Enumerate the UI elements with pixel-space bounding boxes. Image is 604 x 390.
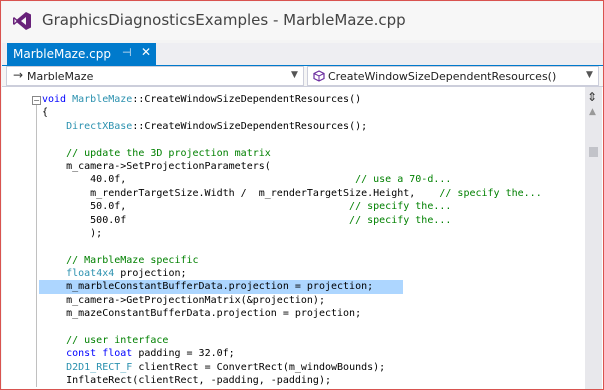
arrow-right-icon: → <box>13 68 24 82</box>
code-token: DirectXBase <box>66 120 133 132</box>
code-token: ::CreateWindowSizeDependentResources() <box>132 94 362 105</box>
close-icon[interactable]: ✕ <box>141 45 151 59</box>
member-dropdown[interactable]: CreateWindowSizeDependentResources() ▼ <box>307 66 599 86</box>
code-text[interactable]: void MarbleMaze::CreateWindowSizeDepende… <box>39 93 542 388</box>
code-line[interactable]: 500.0f // specify the... <box>42 214 542 227</box>
code-token: padding = 32.0f; <box>132 348 235 360</box>
code-line[interactable]: m_camera->GetProjectionMatrix(&projectio… <box>42 294 542 307</box>
chevron-down-icon: ▼ <box>586 70 593 80</box>
code-token: // specify the... <box>349 214 452 226</box>
collapse-icon[interactable]: − <box>32 96 41 105</box>
scope-value: MarbleMaze <box>27 70 94 83</box>
code-token: m_renderTargetSize.Width / m_renderTarge… <box>42 187 440 199</box>
scroll-up-icon[interactable]: ▲ <box>589 107 596 117</box>
document-tab-strip: MarbleMaze.cpp ⊣ ✕ <box>2 43 603 67</box>
code-token: projection; <box>114 268 187 280</box>
ide-window: GraphicsDiagnosticsExamples - MarbleMaze… <box>0 0 604 390</box>
code-line[interactable] <box>42 321 542 334</box>
window-title: GraphicsDiagnosticsExamples - MarbleMaze… <box>42 11 406 29</box>
editor-margin <box>2 87 40 389</box>
tab-label: MarbleMaze.cpp <box>13 47 112 61</box>
pin-icon[interactable]: ⊣ <box>122 46 132 59</box>
code-line[interactable]: InflateRect(clientRect, -padding, -paddi… <box>42 374 542 387</box>
code-line[interactable]: DirectXBase::CreateWindowSizeDependentRe… <box>42 120 542 133</box>
navigation-bar: → MarbleMaze ▼ CreateWindowSizeDependent… <box>2 66 603 87</box>
code-token: // specify the... <box>349 201 452 213</box>
code-token: 500.0f <box>42 214 350 226</box>
member-value: CreateWindowSizeDependentResources() <box>328 70 557 83</box>
code-token: D2D1_RECT_F <box>66 361 133 373</box>
code-line[interactable]: void MarbleMaze::CreateWindowSizeDepende… <box>42 93 542 106</box>
code-token: // update the 3D projection matrix <box>42 147 271 159</box>
code-token: // use a 70-d... <box>355 174 452 186</box>
code-token: float4x4 <box>66 268 115 280</box>
visual-studio-logo-icon <box>13 12 31 30</box>
title-bar: GraphicsDiagnosticsExamples - MarbleMaze… <box>2 2 603 40</box>
code-token: MarbleMaze <box>72 94 133 105</box>
code-token: 40.0f, <box>42 174 356 186</box>
code-token: clientRect = ConvertRect(m_windowBounds)… <box>132 361 386 373</box>
code-token: m_marbleConstantBufferData.projection = … <box>42 281 374 293</box>
code-line[interactable] <box>42 240 542 253</box>
code-token: // specify the... <box>439 187 542 199</box>
code-token: // user interface <box>42 335 169 347</box>
code-line[interactable]: float4x4 projection; <box>42 267 542 280</box>
code-token: m_camera->SetProjectionParameters( <box>42 160 271 172</box>
code-line[interactable]: // user interface <box>42 334 542 347</box>
code-line[interactable]: m_mazeConstantBufferData.projection = pr… <box>42 307 542 320</box>
code-line[interactable]: m_marbleConstantBufferData.projection = … <box>39 280 403 294</box>
scope-dropdown[interactable]: → MarbleMaze ▼ <box>6 66 304 86</box>
scroll-thumb[interactable] <box>589 147 598 157</box>
split-icon[interactable]: ⇕ <box>587 90 597 104</box>
method-cube-icon <box>313 70 325 82</box>
code-token: const float <box>66 348 133 360</box>
code-line[interactable] <box>42 133 542 146</box>
code-line[interactable]: { <box>42 106 542 119</box>
code-line[interactable]: ); <box>42 227 542 240</box>
code-line[interactable]: m_renderTargetSize.Width / m_renderTarge… <box>42 187 542 200</box>
vertical-scrollbar[interactable] <box>585 87 602 389</box>
code-line[interactable]: 50.0f, // specify the... <box>42 200 542 213</box>
code-line[interactable]: // update the 3D projection matrix <box>42 147 542 160</box>
code-line[interactable]: 40.0f, // use a 70-d... <box>42 173 542 186</box>
fold-guide <box>36 105 37 387</box>
code-token: ::CreateWindowSizeDependentResources(); <box>132 120 368 132</box>
code-token: void <box>42 94 73 105</box>
code-token: 50.0f, <box>42 201 350 213</box>
code-token: m_mazeConstantBufferData.projection = pr… <box>42 308 362 320</box>
code-line[interactable]: D2D1_RECT_F clientRect = ConvertRect(m_w… <box>42 361 542 374</box>
code-editor[interactable]: − void MarbleMaze::CreateWindowSizeDepen… <box>2 87 603 389</box>
code-token: // MarbleMaze specific <box>42 254 199 266</box>
code-line[interactable]: const float padding = 32.0f; <box>42 347 542 360</box>
code-token: InflateRect(clientRect, -padding, -paddi… <box>42 375 331 387</box>
tab-marblemaze-cpp[interactable]: MarbleMaze.cpp ⊣ ✕ <box>7 43 156 65</box>
chevron-down-icon: ▼ <box>291 70 298 80</box>
code-line[interactable]: // MarbleMaze specific <box>42 254 542 267</box>
code-token: m_camera->GetProjectionMatrix(&projectio… <box>42 294 325 306</box>
code-token: { <box>42 107 49 119</box>
code-line[interactable]: m_camera->SetProjectionParameters( <box>42 160 542 173</box>
code-token: ); <box>42 227 103 239</box>
